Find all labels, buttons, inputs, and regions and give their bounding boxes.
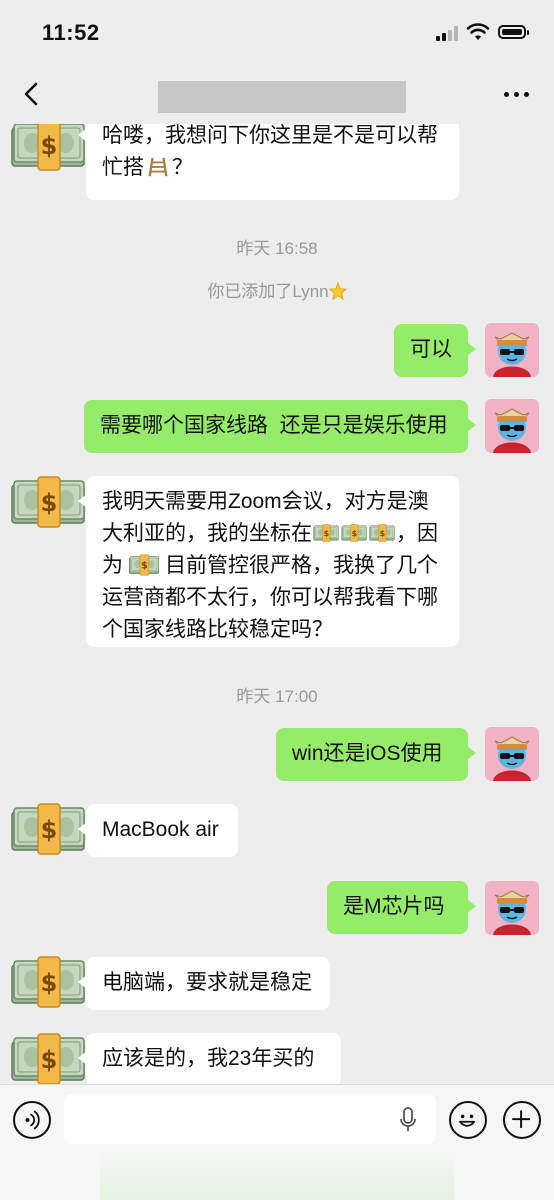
status-time: 11:52: [42, 20, 100, 45]
message-text-line: 我明天需要用Zoom会议，对方是澳: [102, 490, 429, 513]
message-bubble-incoming[interactable]: 应该是的，我23年买的: [78, 1033, 341, 1084]
money-emoji-icon: [313, 522, 339, 544]
message-timestamp: 昨天 16:58: [236, 239, 318, 258]
message-text-line: 运营商都不太行，你可以帮我看下哪: [102, 586, 438, 609]
contact-avatar[interactable]: [10, 802, 86, 856]
money-emoji-icon: [341, 522, 367, 544]
message-text-line: 大利亚的，我的坐标在 ，因: [102, 522, 438, 545]
star-icon: [329, 282, 347, 300]
message-bubble-outgoing[interactable]: win还是iOS使用: [276, 728, 476, 781]
message-bubble-incoming[interactable]: 我明天需要用Zoom会议，对方是澳 大利亚的，我的坐标在 ，因 为目前管控很严格，…: [78, 476, 459, 647]
mic-icon[interactable]: [398, 1106, 418, 1134]
message-bubble-outgoing[interactable]: 可以: [394, 324, 476, 377]
message-text-line: 忙搭？: [102, 156, 193, 179]
cellular-signal-icon: [436, 25, 462, 41]
self-avatar[interactable]: [485, 881, 539, 935]
money-emoji-icon: [369, 522, 395, 544]
plus-icon[interactable]: [503, 1101, 541, 1139]
status-bar: 11:52: [0, 0, 554, 64]
battery-icon: [498, 25, 529, 39]
self-avatar[interactable]: [485, 727, 539, 781]
ladder-icon: [145, 156, 171, 178]
message-timestamp: 昨天 17:00: [236, 687, 318, 706]
chat-message-list[interactable]: 哈喽，我想问下你这里是不是可以帮 忙搭？ 昨天 16:58 你已添加了Lynn …: [0, 124, 554, 1084]
wifi-icon: [466, 23, 490, 40]
contact-avatar[interactable]: [10, 955, 86, 1009]
message-input[interactable]: [64, 1094, 436, 1144]
message-bubble-incoming[interactable]: MacBook air: [78, 804, 238, 857]
self-avatar[interactable]: [485, 399, 539, 453]
chat-title-redacted: [158, 81, 406, 113]
message-bubble-incoming[interactable]: 哈喽，我想问下你这里是不是可以帮 忙搭？: [78, 124, 459, 200]
emoji-icon[interactable]: [449, 1101, 487, 1139]
nav-bar: [0, 64, 554, 124]
message-bubble-outgoing[interactable]: 是M芯片吗: [327, 881, 476, 934]
keyboard-area-hint: [100, 1150, 454, 1200]
message-text-line: 为目前管控很严格，我换了几个: [102, 554, 438, 577]
contact-avatar[interactable]: [10, 124, 86, 172]
message-bubble-outgoing[interactable]: 需要哪个国家线路 还是只是娱乐使用: [84, 400, 476, 453]
more-dots-icon[interactable]: [496, 82, 536, 106]
money-emoji-icon: [124, 554, 164, 576]
system-notice: 你已添加了Lynn: [0, 277, 554, 302]
contact-avatar[interactable]: [10, 475, 86, 529]
message-text-line: 哈喽，我想问下你这里是不是可以帮: [102, 124, 438, 147]
contact-avatar[interactable]: [10, 1032, 86, 1084]
self-avatar[interactable]: [485, 323, 539, 377]
message-text-line: 个国家线路比较稳定吗？: [102, 618, 333, 641]
voice-icon[interactable]: [13, 1101, 51, 1139]
chevron-left-icon[interactable]: [14, 76, 50, 112]
message-bubble-incoming[interactable]: 电脑端，要求就是稳定: [78, 957, 330, 1010]
